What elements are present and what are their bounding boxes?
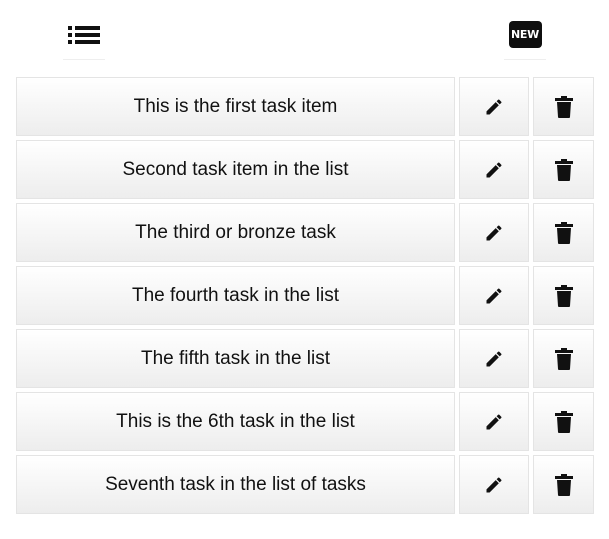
delete-task-button[interactable] <box>533 140 594 199</box>
task-row: This is the 6th task in the list <box>16 392 594 451</box>
pencil-icon <box>484 412 504 432</box>
task-label[interactable]: The third or bronze task <box>16 203 455 262</box>
task-label[interactable]: This is the 6th task in the list <box>16 392 455 451</box>
task-list: This is the first task item Second task … <box>16 77 594 518</box>
task-label[interactable]: The fourth task in the list <box>16 266 455 325</box>
task-row: Seventh task in the list of tasks <box>16 455 594 514</box>
edit-task-button[interactable] <box>459 140 529 199</box>
edit-task-button[interactable] <box>459 329 529 388</box>
pencil-icon <box>484 97 504 117</box>
trash-icon <box>554 95 573 118</box>
trash-icon <box>554 221 573 244</box>
delete-task-button[interactable] <box>533 329 594 388</box>
edit-task-button[interactable] <box>459 77 529 136</box>
pencil-icon <box>484 223 504 243</box>
pencil-icon <box>484 349 504 369</box>
task-label[interactable]: Second task item in the list <box>16 140 455 199</box>
new-task-button[interactable]: NEW <box>504 10 546 60</box>
task-label[interactable]: Seventh task in the list of tasks <box>16 455 455 514</box>
task-row: The fifth task in the list <box>16 329 594 388</box>
trash-icon <box>554 284 573 307</box>
delete-task-button[interactable] <box>533 77 594 136</box>
edit-task-button[interactable] <box>459 266 529 325</box>
pencil-icon <box>484 475 504 495</box>
edit-task-button[interactable] <box>459 392 529 451</box>
edit-task-button[interactable] <box>459 203 529 262</box>
list-view-button[interactable] <box>63 10 105 60</box>
delete-task-button[interactable] <box>533 203 594 262</box>
task-label[interactable]: This is the first task item <box>16 77 455 136</box>
pencil-icon <box>484 160 504 180</box>
task-row: Second task item in the list <box>16 140 594 199</box>
delete-task-button[interactable] <box>533 392 594 451</box>
delete-task-button[interactable] <box>533 455 594 514</box>
edit-task-button[interactable] <box>459 455 529 514</box>
task-row: The third or bronze task <box>16 203 594 262</box>
delete-task-button[interactable] <box>533 266 594 325</box>
trash-icon <box>554 410 573 433</box>
list-icon <box>68 25 100 45</box>
new-badge-label: NEW <box>511 28 539 41</box>
trash-icon <box>554 473 573 496</box>
trash-icon <box>554 158 573 181</box>
toolbar: NEW <box>0 0 609 70</box>
task-row: This is the first task item <box>16 77 594 136</box>
task-row: The fourth task in the list <box>16 266 594 325</box>
pencil-icon <box>484 286 504 306</box>
new-icon: NEW <box>508 21 542 48</box>
trash-icon <box>554 347 573 370</box>
task-label[interactable]: The fifth task in the list <box>16 329 455 388</box>
